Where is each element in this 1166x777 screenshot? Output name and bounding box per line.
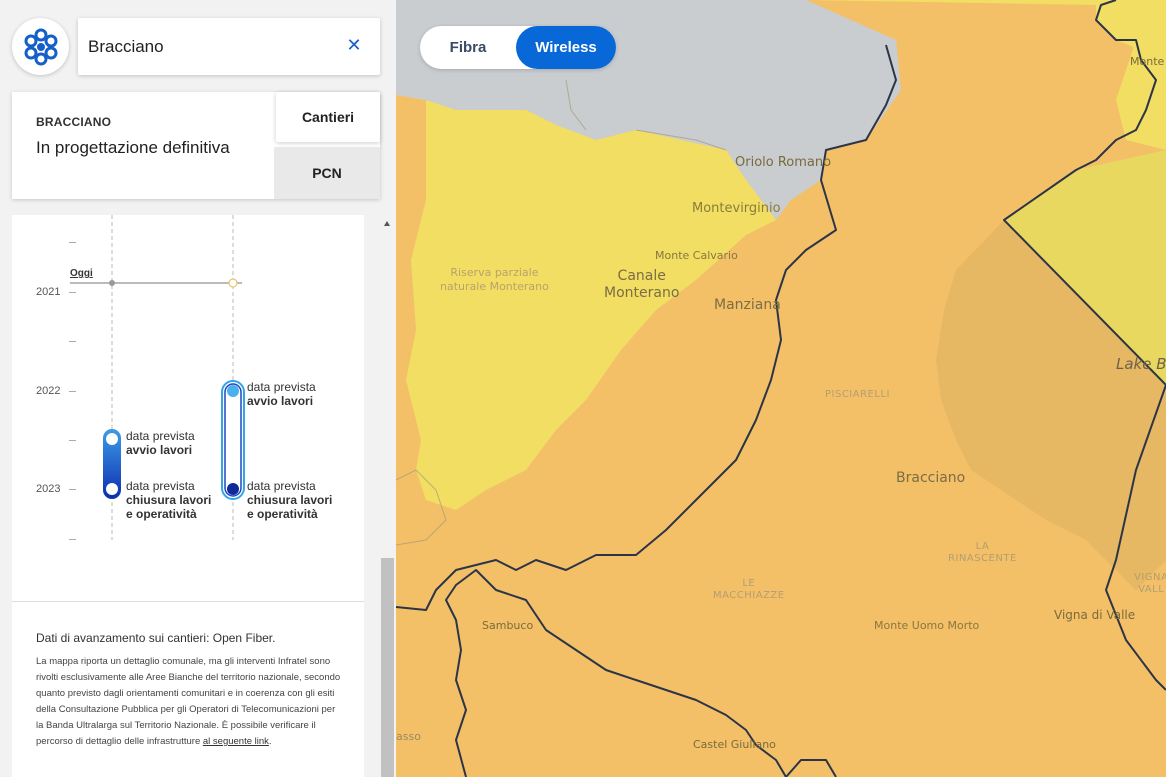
search-input[interactable]: [88, 32, 338, 62]
network-type-toggle[interactable]: Fibra Wireless: [420, 26, 616, 69]
timeline-tick: [69, 489, 76, 490]
wireless-end-bold-1: chiusura lavori: [247, 493, 333, 507]
map-label-riserva-line1: Riserva parziale: [450, 266, 539, 279]
note-title: Dati di avanzamento sui cantieri: Open F…: [36, 631, 276, 645]
map-label-canale-line2: Monterano: [604, 285, 680, 301]
note-body-end: .: [268, 736, 272, 747]
year-label: 2023: [36, 483, 61, 495]
map-label-le-macchiazze: LE MACCHIAZZE: [713, 578, 785, 602]
timeline-tick: [69, 440, 76, 441]
year-label: 2021: [36, 286, 61, 298]
toggle-wireless[interactable]: Wireless: [516, 26, 616, 69]
wireless-end-bold-2: e operatività: [247, 507, 318, 521]
timeline-graphics: [70, 215, 245, 540]
wireless-start-text: data prevista: [247, 380, 316, 394]
fibra-end-bold-2: e operatività: [126, 507, 197, 521]
side-panel: ✕ BRACCIANO In progettazione definitiva …: [0, 0, 396, 777]
timeline-tick: [69, 242, 76, 243]
map-label-vigna-edge-line2: VALL: [1138, 584, 1165, 595]
search-box: ✕: [78, 18, 380, 75]
map-label-la-rinascente: LA RINASCENTE: [948, 541, 1017, 565]
fibra-end-text: data prevista: [126, 479, 195, 493]
municipality-card: BRACCIANO In progettazione definitiva Ca…: [12, 92, 380, 199]
scroll-up-icon[interactable]: [384, 221, 390, 226]
logo-icon: [24, 28, 57, 65]
map-label-pisciarelli: PISCIARELLI: [825, 389, 890, 400]
tab-pcn[interactable]: PCN: [274, 147, 380, 199]
fibra-end-label: data prevista chiusura lavori e operativ…: [126, 479, 211, 521]
timeline-chart: Oggi 2021 2022 2023 data prevista avvio …: [12, 215, 364, 601]
map-label-monte-calvario: Monte Calvario: [655, 249, 738, 262]
fibra-start-text: data prevista: [126, 429, 195, 443]
map-label-oriolo: Oriolo Romano: [735, 155, 832, 170]
map-label-canale-line1: Canale: [617, 268, 666, 284]
map-label-le-line2: MACCHIAZZE: [713, 590, 785, 601]
wireless-end-label: data prevista chiusura lavori e operativ…: [247, 479, 332, 521]
timeline-tick: [69, 341, 76, 342]
timeline-tick: [69, 539, 76, 540]
map-label-manziana: Manziana: [714, 297, 781, 313]
note-link[interactable]: al seguente link: [203, 736, 269, 747]
map-shapes: [396, 0, 1166, 777]
wireless-start-bold: avvio lavori: [247, 394, 314, 408]
app-logo[interactable]: [12, 18, 69, 75]
map-label-bracciano: Bracciano: [896, 470, 966, 486]
toggle-fibra[interactable]: Fibra: [420, 26, 516, 69]
wireless-start-label: data prevista avvio lavori: [247, 380, 316, 408]
map-label-canale-monterano: Canale Monterano: [604, 268, 679, 302]
timeline-tick: [69, 292, 76, 293]
fibra-start-label: data prevista avvio lavori: [126, 429, 195, 457]
map-label-lake: Lake Br: [1116, 355, 1166, 373]
panel-scrollbar[interactable]: [380, 215, 396, 777]
map-label-asso: asso: [396, 730, 421, 743]
today-label: Oggi: [70, 268, 93, 279]
map-label-la-line2: RINASCENTE: [948, 553, 1017, 564]
fibra-start-bold: avvio lavori: [126, 443, 193, 457]
map-label-vigna-di-valle: Vigna di Valle: [1054, 608, 1136, 622]
close-icon[interactable]: ✕: [344, 35, 364, 57]
timeline-tick: [69, 391, 76, 392]
map-label-vigna-edge: VIGNA VALL: [1134, 572, 1166, 596]
year-label: 2022: [36, 385, 61, 397]
note-body-text: La mappa riporta un dettaglio comunale, …: [36, 656, 341, 747]
coverage-map[interactable]: Oriolo Romano Montevirginio Monte Calvar…: [396, 0, 1166, 777]
municipality-status: In progettazione definitiva: [36, 138, 230, 157]
map-label-le-line1: LE: [742, 578, 756, 589]
map-label-monte-uomo-morto: Monte Uomo Morto: [874, 619, 980, 632]
municipality-name: BRACCIANO: [36, 115, 112, 129]
data-source-note: Dati di avanzamento sui cantieri: Open F…: [12, 601, 364, 777]
map-label-vigna-edge-line1: VIGNA: [1134, 572, 1166, 583]
fibra-end-bold-1: chiusura lavori: [126, 493, 212, 507]
map-label-montevirginio: Montevirginio: [692, 201, 781, 216]
map-label-monte-top: Monte: [1130, 55, 1165, 68]
tab-cantieri[interactable]: Cantieri: [276, 92, 380, 142]
map-label-riserva: Riserva parziale naturale Monterano: [440, 266, 549, 294]
note-body: La mappa riporta un dettaglio comunale, …: [36, 654, 341, 750]
map-label-la-line1: LA: [975, 541, 990, 552]
map-label-castel-giuliano: Castel Giuliano: [693, 738, 776, 751]
scrollbar-thumb[interactable]: [381, 558, 394, 777]
wireless-end-text: data prevista: [247, 479, 316, 493]
details-scroll-area[interactable]: Oggi 2021 2022 2023 data prevista avvio …: [12, 215, 364, 777]
map-label-riserva-line2: naturale Monterano: [440, 280, 549, 293]
map-label-sambuco: Sambuco: [482, 619, 534, 632]
